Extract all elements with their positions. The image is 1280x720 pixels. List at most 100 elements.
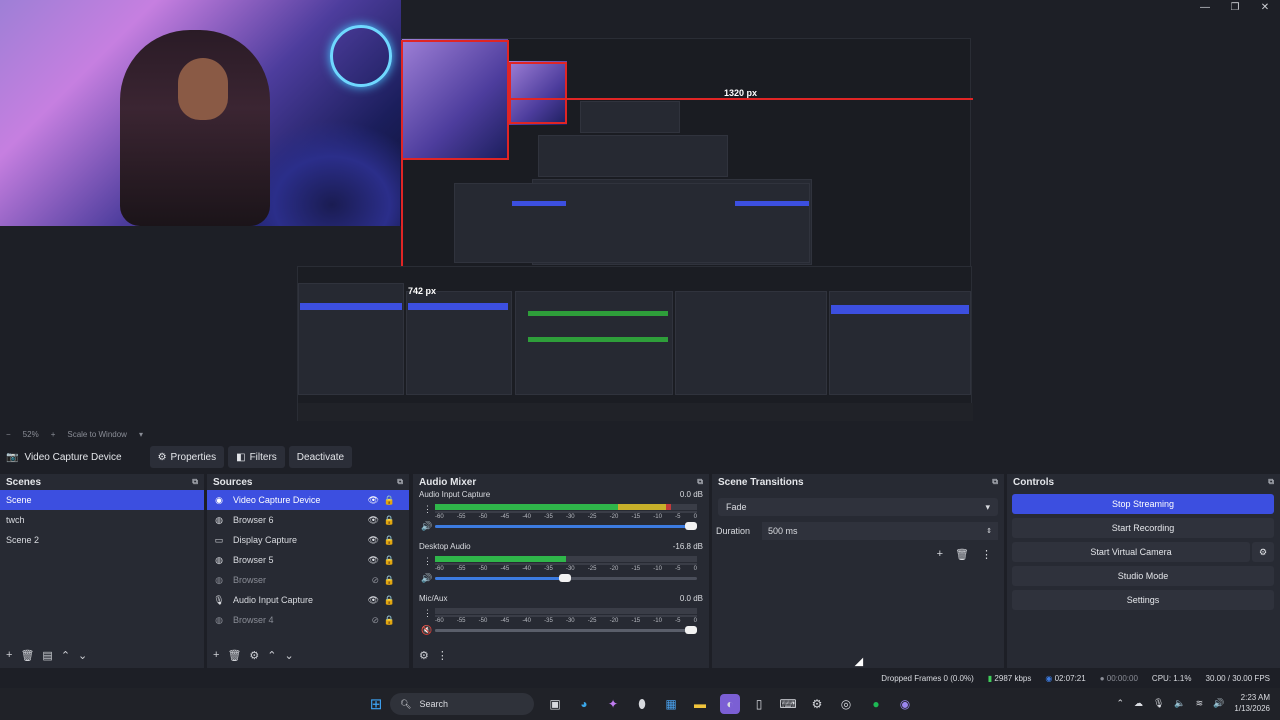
wifi-icon[interactable]: ≋ [1196,698,1204,709]
scale-mode-dropdown-icon[interactable]: ▾ [139,430,143,439]
clock[interactable]: 2:23 AM 1/13/2026 [1234,692,1270,714]
file-explorer-icon[interactable]: ▬ [690,694,710,714]
move-down-icon[interactable]: ⌄ [78,649,87,662]
start-recording-button[interactable]: Start Recording [1012,518,1274,538]
store-icon[interactable]: ▦ [661,694,681,714]
source-item[interactable]: ◉ Video Capture Device 👁 🔒 [207,490,409,510]
scene-item[interactable]: Scene 2 [0,530,204,550]
maximize-button[interactable]: ❐ [1220,0,1250,14]
add-source-icon[interactable]: + [213,649,219,661]
eye-icon[interactable]: 👁 [368,535,379,546]
obs-icon[interactable]: ◎ [836,694,856,714]
volume-slider[interactable] [435,522,697,530]
mixer-menu-icon[interactable]: ⋮ [437,649,448,662]
cloud-icon[interactable]: ☁ [1134,698,1143,709]
copilot-icon[interactable]: ✦ [603,694,623,714]
remove-transition-icon[interactable]: 🗑 [955,548,969,561]
lock-icon[interactable]: 🔒 [384,495,395,506]
speaker-icon[interactable]: 🔊 [421,573,432,584]
transition-menu-icon[interactable]: ⋮ [981,548,992,561]
eye-icon[interactable]: 👁 [368,555,379,566]
deactivate-button[interactable]: Deactivate [288,446,353,468]
terminal-icon[interactable]: ⌨ [778,694,798,714]
settings-button[interactable]: Settings [1012,590,1274,610]
pin-icon[interactable]: ⬮ [632,694,652,714]
eye-icon[interactable]: 👁 [368,515,379,526]
duration-input[interactable]: 500 ms ⇕ [762,522,998,540]
studio-mode-button[interactable]: Studio Mode [1012,566,1274,586]
eye-icon[interactable]: 👁 [368,595,379,606]
mic-icon[interactable]: 🎙 [1153,698,1164,709]
minimize-button[interactable]: — [1190,0,1220,14]
source-item[interactable]: ◍ Browser ⊘ 🔒 [207,570,409,590]
remove-scene-icon[interactable]: 🗑 [20,649,34,662]
edge-icon[interactable]: ◕ [574,694,594,714]
volume-slider[interactable] [435,626,697,634]
lock-icon[interactable]: 🔒 [384,615,395,626]
zoom-out-button[interactable]: − [6,430,11,439]
lock-icon[interactable]: 🔒 [384,535,395,546]
stepper-icon[interactable]: ⇕ [986,527,992,535]
move-down-icon[interactable]: ⌄ [285,649,294,662]
advanced-audio-icon[interactable]: ⚙ [419,649,429,662]
notepad-icon[interactable]: ▯ [749,694,769,714]
source-item[interactable]: ◍ Browser 4 ⊘ 🔒 [207,610,409,630]
undock-icon[interactable]: ⧉ [1268,477,1274,487]
channel-menu-icon[interactable]: ⋮ [423,556,432,567]
chevron-down-icon: ▾ [985,501,990,512]
move-up-icon[interactable]: ⌃ [267,649,276,662]
scene-filters-icon[interactable]: ▤ [42,649,52,662]
filters-button[interactable]: ◧ Filters [228,446,285,468]
chevron-up-icon[interactable]: ⌃ [1116,698,1124,709]
source-item[interactable]: ◍ Browser 6 👁 🔒 [207,510,409,530]
move-up-icon[interactable]: ⌃ [61,649,70,662]
close-button[interactable]: ✕ [1250,0,1280,14]
eye-hidden-icon[interactable]: ⊘ [371,575,379,586]
spotify-icon[interactable]: ● [866,694,886,714]
preview-canvas[interactable]: 1320 px 742 px [0,0,1280,426]
taskbar-search[interactable]: 🔍︎ Search [390,693,534,715]
volume-slider[interactable] [435,574,697,582]
eye-hidden-icon[interactable]: ⊘ [371,615,379,626]
transition-select[interactable]: Fade ▾ [718,498,998,516]
add-transition-icon[interactable]: + [937,548,943,561]
bitrate: 2987 kbps [994,673,1032,683]
add-scene-icon[interactable]: + [6,649,12,661]
volume-icon[interactable]: 🔊 [1213,698,1224,709]
stop-streaming-button[interactable]: Stop Streaming [1012,494,1274,514]
channel-menu-icon[interactable]: ⋮ [423,608,432,619]
scene-transitions-dock: Scene Transitions ⧉ Fade ▾ Duration 500 m… [712,474,1004,668]
source-item[interactable]: ◍ Browser 5 👁 🔒 [207,550,409,570]
source-item[interactable]: ▭ Display Capture 👁 🔒 [207,530,409,550]
start-virtual-camera-button[interactable]: Start Virtual Camera [1012,542,1250,562]
lock-icon[interactable]: 🔒 [384,575,395,586]
remove-source-icon[interactable]: 🗑 [227,649,241,662]
settings-app-icon[interactable]: ⚙ [807,694,827,714]
scene-item[interactable]: Scene [0,490,204,510]
source-item[interactable]: 🎙 Audio Input Capture 👁 🔒 [207,590,409,610]
discord-icon[interactable]: ◐ [720,694,740,714]
lock-icon[interactable]: 🔒 [384,555,395,566]
zoom-in-button[interactable]: + [51,430,56,439]
properties-button[interactable]: ⚙ Properties [149,446,225,468]
eye-icon[interactable]: 👁 [368,495,379,506]
scene-item[interactable]: twch [0,510,204,530]
muted-speaker-icon[interactable]: 🔇 [421,625,432,636]
undock-icon[interactable]: ⧉ [192,477,198,487]
lock-icon[interactable]: 🔒 [384,515,395,526]
source-properties-icon[interactable]: ⚙ [249,649,259,662]
speaker-icon[interactable]: 🔈 [1174,698,1185,709]
undock-icon[interactable]: ⧉ [697,477,703,487]
windows-start-icon[interactable]: ⊞ [366,694,386,714]
app-icon[interactable]: ◉ [895,694,915,714]
duration-label: Duration [716,526,751,536]
undock-icon[interactable]: ⧉ [992,477,998,487]
speaker-icon[interactable]: 🔊 [421,521,432,532]
zoom-bar: − 52% + Scale to Window ▾ [0,426,1280,442]
channel-menu-icon[interactable]: ⋮ [423,504,432,515]
scale-mode[interactable]: Scale to Window [67,430,127,439]
virtual-camera-settings-button[interactable]: ⚙ [1252,542,1274,562]
undock-icon[interactable]: ⧉ [397,477,403,487]
task-view-icon[interactable]: ▣ [545,694,565,714]
lock-icon[interactable]: 🔒 [384,595,395,606]
